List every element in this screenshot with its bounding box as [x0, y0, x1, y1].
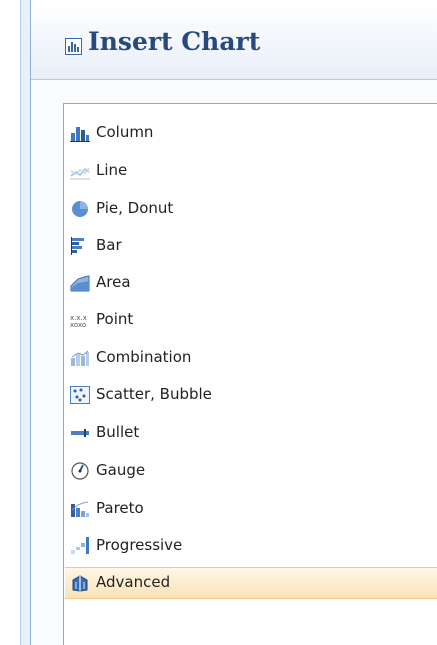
scatter-chart-icon	[70, 386, 90, 404]
chart-type-label: Advanced	[96, 573, 171, 591]
chart-type-item-area[interactable]: Area	[65, 267, 437, 299]
chart-type-label: Combination	[96, 348, 192, 366]
chart-type-item-pie[interactable]: Pie, Donut	[65, 193, 437, 225]
combination-chart-icon	[71, 350, 89, 366]
chart-type-label: Point	[96, 310, 134, 328]
line-chart-icon	[70, 167, 90, 180]
chart-type-item-bar[interactable]: Bar	[65, 230, 437, 262]
chart-type-item-combination[interactable]: Combination	[65, 342, 437, 374]
chart-type-item-scatter[interactable]: Scatter, Bubble	[65, 379, 437, 411]
chart-type-label: Scatter, Bubble	[96, 385, 212, 403]
chart-type-label: Bullet	[96, 423, 140, 441]
bullet-chart-icon	[71, 429, 89, 437]
chart-type-label: Area	[96, 273, 131, 291]
chart-type-item-pareto[interactable]: Pareto	[65, 493, 437, 525]
svg-text:xoxo: xoxo	[70, 321, 86, 329]
chart-type-item-advanced[interactable]: Advanced	[65, 567, 437, 599]
chart-type-label: Gauge	[96, 461, 146, 479]
chart-type-item-gauge[interactable]: Gauge	[65, 455, 437, 487]
insert-chart-dialog: Insert Chart Column Line Pie, Donut Bar …	[30, 0, 437, 645]
dialog-title: Insert Chart	[88, 27, 261, 56]
chart-type-item-point[interactable]: x.x.x xoxo Point	[65, 304, 437, 336]
area-chart-icon	[70, 275, 90, 292]
chart-type-label: Line	[96, 161, 128, 179]
pie-chart-icon	[72, 201, 88, 217]
chart-type-label: Pareto	[96, 499, 144, 517]
chart-type-item-bullet[interactable]: Bullet	[65, 417, 437, 449]
chart-type-label: Column	[96, 123, 154, 141]
bar-chart-icon	[71, 237, 84, 255]
chart-type-list[interactable]: Column Line Pie, Donut Bar Area x.x.x xo…	[63, 103, 437, 645]
column-chart-icon	[70, 127, 90, 142]
chart-type-item-column[interactable]: Column	[65, 117, 437, 149]
progressive-chart-icon	[71, 537, 89, 554]
chart-type-label: Bar	[96, 236, 122, 254]
pareto-chart-icon	[71, 501, 89, 517]
chart-type-item-line[interactable]: Line	[65, 155, 437, 187]
chart-icon	[65, 38, 82, 55]
chart-type-item-progressive[interactable]: Progressive	[65, 530, 437, 562]
advanced-chart-icon	[72, 575, 88, 592]
gauge-chart-icon	[71, 462, 89, 480]
chart-type-label: Progressive	[96, 536, 183, 554]
dialog-header: Insert Chart	[31, 0, 437, 80]
chart-type-label: Pie, Donut	[96, 199, 174, 217]
point-chart-icon: x.x.x xoxo	[70, 314, 87, 329]
dialog-frame-edge	[20, 0, 30, 645]
